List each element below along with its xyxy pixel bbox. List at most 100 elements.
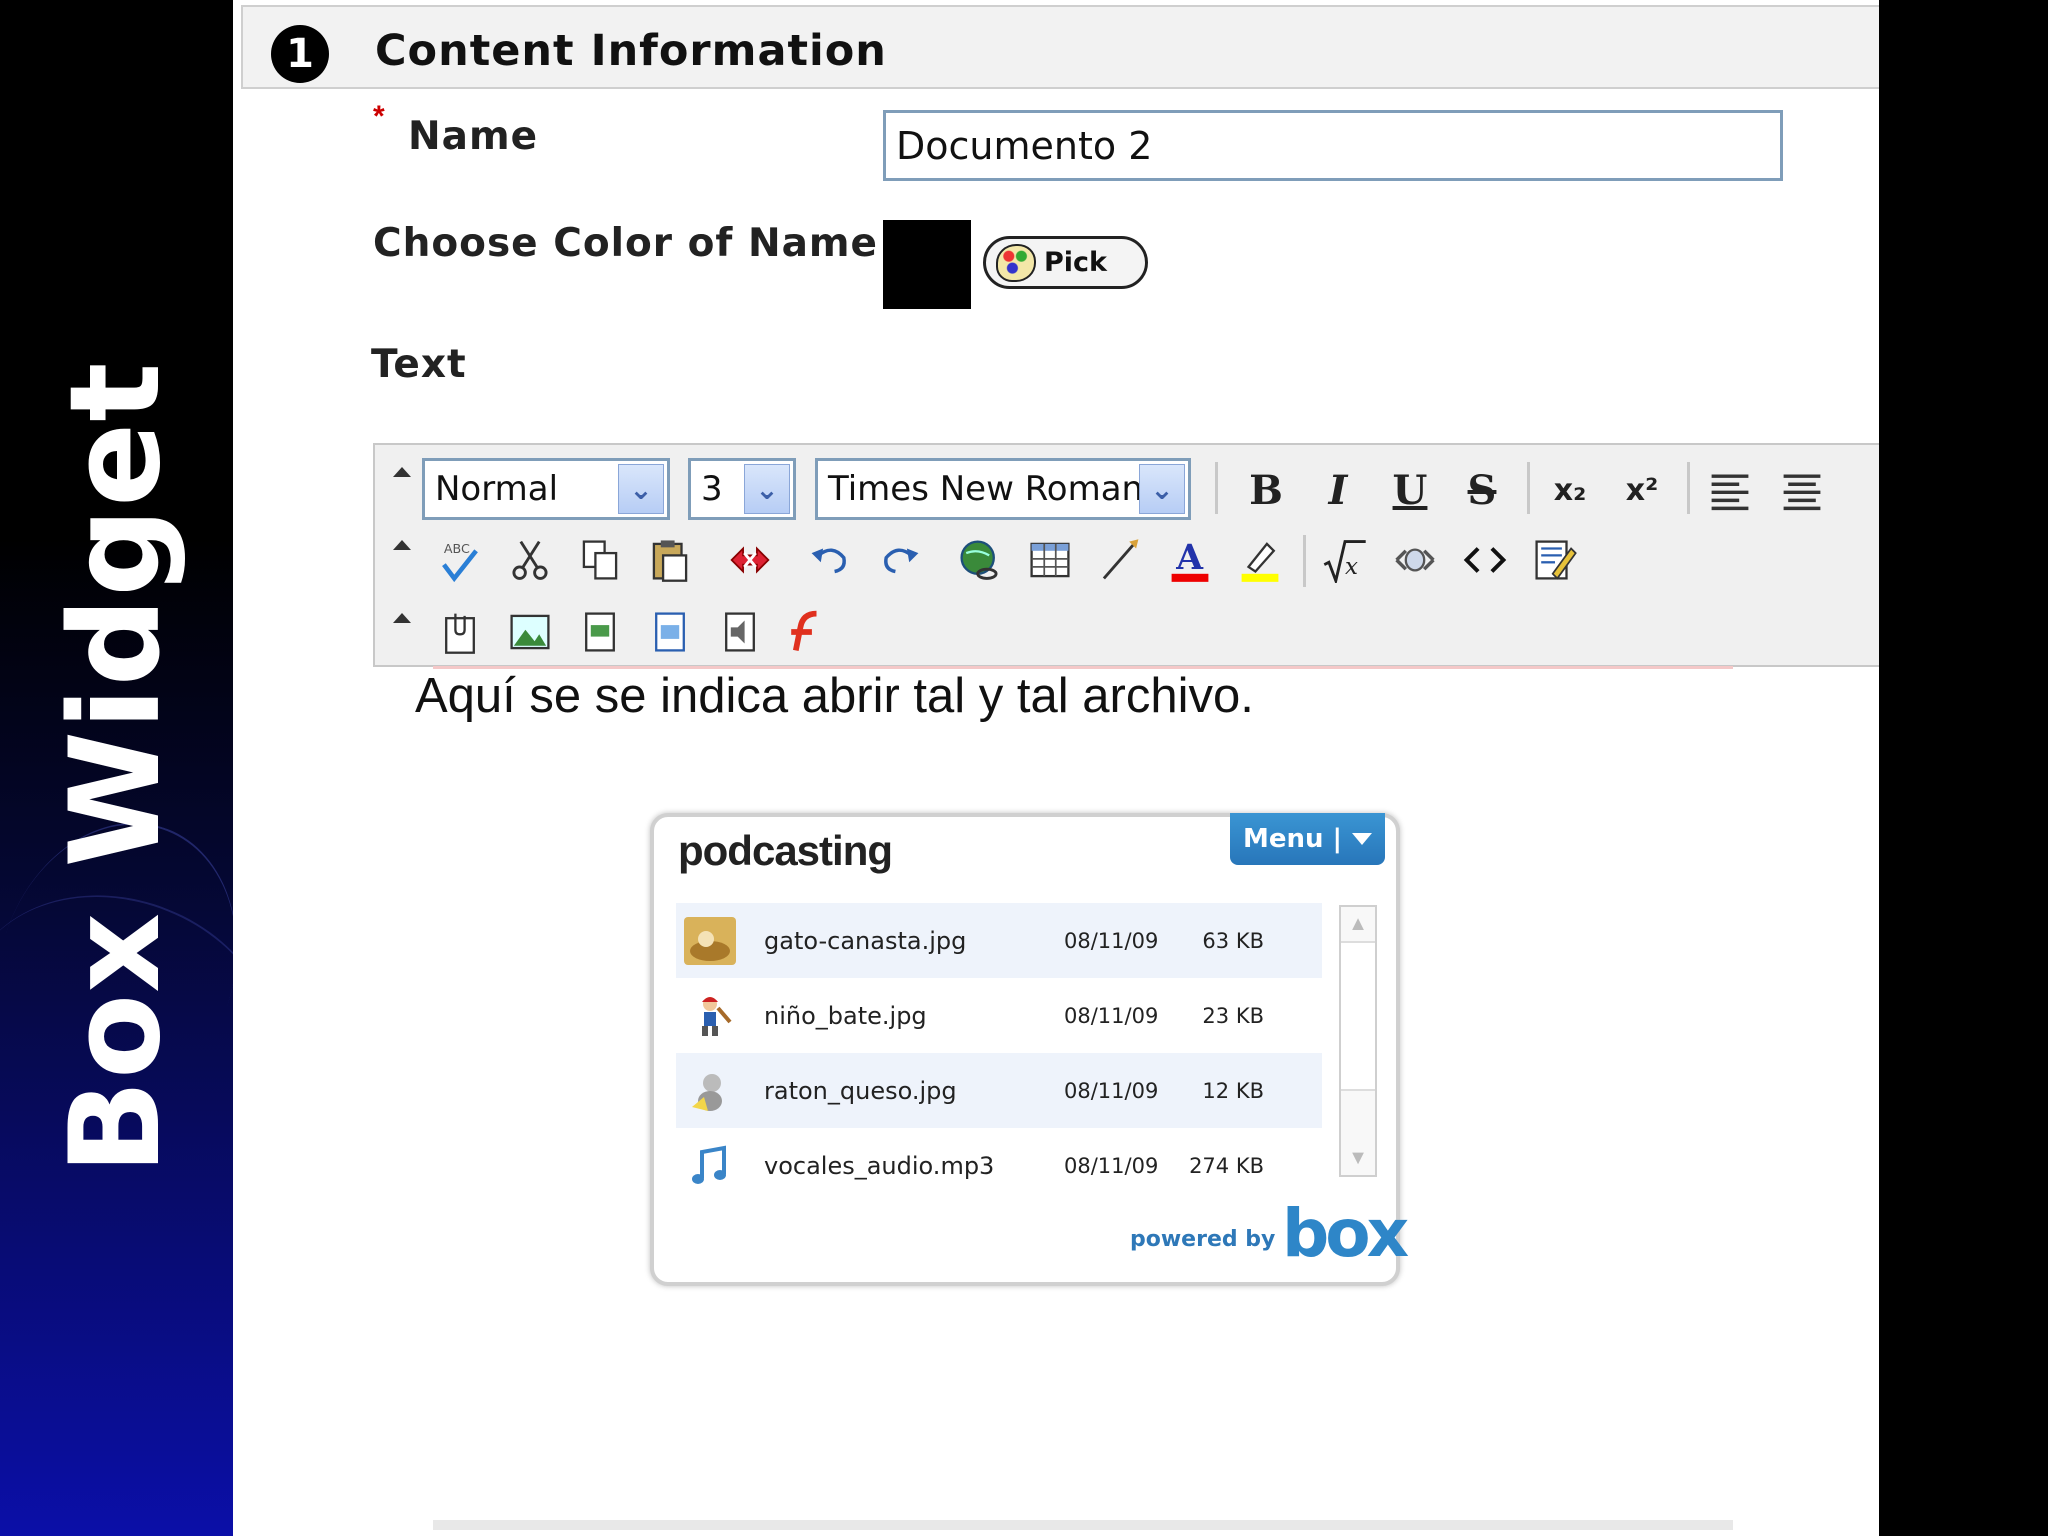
file-name: raton_queso.jpg bbox=[764, 1076, 957, 1105]
color-swatch[interactable] bbox=[883, 220, 971, 309]
embed-media-icon[interactable] bbox=[1390, 535, 1440, 585]
file-name: vocales_audio.mp3 bbox=[764, 1151, 995, 1180]
insert-flash-icon[interactable] bbox=[780, 607, 830, 657]
redo-icon[interactable] bbox=[875, 535, 925, 585]
required-marker: * bbox=[373, 100, 385, 133]
slide-sidebar: Box Widget bbox=[0, 0, 233, 1536]
attach-file-icon[interactable] bbox=[435, 607, 485, 657]
name-label: Name bbox=[408, 114, 539, 159]
scroll-down-icon[interactable]: ▼ bbox=[1341, 1141, 1375, 1175]
box-logo[interactable]: box bbox=[1282, 1195, 1409, 1272]
insert-multimedia-icon[interactable] bbox=[645, 607, 695, 657]
chevron-down-icon: ⌄ bbox=[618, 464, 664, 514]
file-list: gato-canasta.jpg 08/11/09 63 KB niño_bat… bbox=[676, 903, 1322, 1203]
file-size: 274 KB bbox=[1189, 1153, 1264, 1178]
font-select[interactable]: Times New Roman ⌄ bbox=[815, 458, 1191, 520]
color-label: Choose Color of Name bbox=[373, 221, 878, 266]
file-date: 08/11/09 bbox=[1064, 1153, 1159, 1178]
name-input[interactable] bbox=[883, 110, 1783, 181]
cut-icon[interactable] bbox=[505, 535, 555, 585]
image-thumbnail-icon bbox=[684, 916, 736, 965]
text-label: Text bbox=[371, 342, 467, 387]
svg-text:x: x bbox=[1345, 554, 1358, 580]
svg-text:ABC: ABC bbox=[444, 541, 470, 556]
file-name: niño_bate.jpg bbox=[764, 1001, 927, 1030]
insert-image-icon[interactable] bbox=[505, 607, 555, 657]
insert-audio-icon[interactable] bbox=[715, 607, 765, 657]
screenshot-area: 1 Content Information * Name Choose Colo… bbox=[233, 0, 1879, 1536]
folder-name: podcasting bbox=[678, 827, 893, 874]
collapse-row-icon[interactable] bbox=[393, 467, 411, 477]
format-select-value: Normal bbox=[435, 469, 559, 509]
file-row[interactable]: raton_queso.jpg 08/11/09 12 KB bbox=[676, 1053, 1322, 1128]
music-note-icon bbox=[692, 1145, 726, 1184]
file-size: 23 KB bbox=[1202, 1003, 1264, 1028]
underline-button[interactable]: U bbox=[1385, 465, 1435, 515]
toolbar-separator bbox=[1687, 462, 1690, 514]
format-select[interactable]: Normal ⌄ bbox=[422, 458, 670, 520]
equation-icon[interactable]: x bbox=[1320, 535, 1370, 585]
font-select-value: Times New Roman bbox=[828, 469, 1144, 509]
section-header: 1 Content Information bbox=[241, 5, 1879, 89]
file-row[interactable]: gato-canasta.jpg 08/11/09 63 KB bbox=[676, 903, 1322, 978]
file-date: 08/11/09 bbox=[1064, 1003, 1159, 1028]
remove-format-icon[interactable] bbox=[725, 535, 775, 585]
menu-button-label: Menu | bbox=[1242, 824, 1343, 854]
toolbar-separator bbox=[1303, 535, 1306, 587]
widget-menu-button[interactable]: Menu | bbox=[1230, 813, 1385, 865]
text-color-icon[interactable]: A bbox=[1165, 535, 1215, 585]
file-size: 63 KB bbox=[1202, 928, 1264, 953]
pick-color-button[interactable]: Pick bbox=[983, 236, 1148, 289]
size-select[interactable]: 3 ⌄ bbox=[688, 458, 796, 520]
insert-link-icon[interactable] bbox=[955, 535, 1005, 585]
palette-icon bbox=[996, 243, 1036, 282]
powered-by-label: powered by bbox=[1130, 1227, 1276, 1252]
box-widget: podcasting Menu | gato-canasta.jpg 08/11… bbox=[650, 813, 1409, 1286]
bottom-divider bbox=[433, 1520, 1733, 1530]
draw-line-icon[interactable] bbox=[1095, 535, 1145, 585]
collapse-row-icon[interactable] bbox=[393, 540, 411, 550]
copy-icon[interactable] bbox=[575, 535, 625, 585]
file-date: 08/11/09 bbox=[1064, 1078, 1159, 1103]
superscript-button[interactable]: x² bbox=[1617, 465, 1667, 515]
file-row[interactable]: niño_bate.jpg 08/11/09 23 KB bbox=[676, 978, 1322, 1053]
section-title: Content Information bbox=[375, 26, 887, 76]
paste-icon[interactable] bbox=[645, 535, 695, 585]
html-source-icon[interactable] bbox=[1460, 535, 1510, 585]
align-left-icon[interactable] bbox=[1705, 465, 1755, 515]
file-list-scrollbar[interactable]: ▲ ▼ bbox=[1339, 905, 1377, 1177]
chevron-down-icon: ⌄ bbox=[744, 464, 790, 514]
preview-edit-icon[interactable] bbox=[1530, 535, 1580, 585]
editor-content[interactable]: Aquí se se indica abrir tal y tal archiv… bbox=[415, 668, 1254, 724]
italic-button[interactable]: I bbox=[1313, 465, 1363, 515]
toolbar-separator bbox=[1215, 462, 1218, 514]
highlight-color-icon[interactable] bbox=[1235, 535, 1285, 585]
spellcheck-icon[interactable]: ABC bbox=[435, 535, 485, 585]
editor-toolbar: Normal ⌄ 3 ⌄ Times New Roman ⌄ B I U S x… bbox=[373, 443, 1879, 667]
table-icon[interactable] bbox=[1025, 535, 1075, 585]
scroll-thumb[interactable] bbox=[1341, 941, 1375, 1091]
image-thumbnail-icon bbox=[692, 1073, 722, 1111]
size-select-value: 3 bbox=[701, 469, 723, 509]
slide-title: Box Widget bbox=[44, 361, 188, 1175]
file-name: gato-canasta.jpg bbox=[764, 926, 967, 955]
svg-text:A: A bbox=[1175, 538, 1204, 578]
file-size: 12 KB bbox=[1202, 1078, 1264, 1103]
align-center-icon[interactable] bbox=[1777, 465, 1827, 515]
undo-icon[interactable] bbox=[805, 535, 855, 585]
scroll-up-icon[interactable]: ▲ bbox=[1341, 907, 1375, 941]
image-thumbnail-icon bbox=[702, 996, 732, 1036]
slide-right-band bbox=[1879, 0, 2048, 1536]
bold-button[interactable]: B bbox=[1241, 465, 1291, 515]
subscript-button[interactable]: x₂ bbox=[1545, 465, 1595, 515]
strikethrough-button[interactable]: S bbox=[1457, 465, 1507, 515]
collapse-row-icon[interactable] bbox=[393, 613, 411, 623]
file-row[interactable]: vocales_audio.mp3 08/11/09 274 KB bbox=[676, 1128, 1322, 1203]
step-number-icon: 1 bbox=[271, 25, 329, 83]
pick-button-label: Pick bbox=[1044, 247, 1108, 278]
chevron-down-icon: ⌄ bbox=[1139, 464, 1185, 514]
toolbar-separator bbox=[1527, 462, 1530, 514]
caret-down-icon bbox=[1352, 833, 1373, 845]
insert-document-icon[interactable] bbox=[575, 607, 625, 657]
file-date: 08/11/09 bbox=[1064, 928, 1159, 953]
